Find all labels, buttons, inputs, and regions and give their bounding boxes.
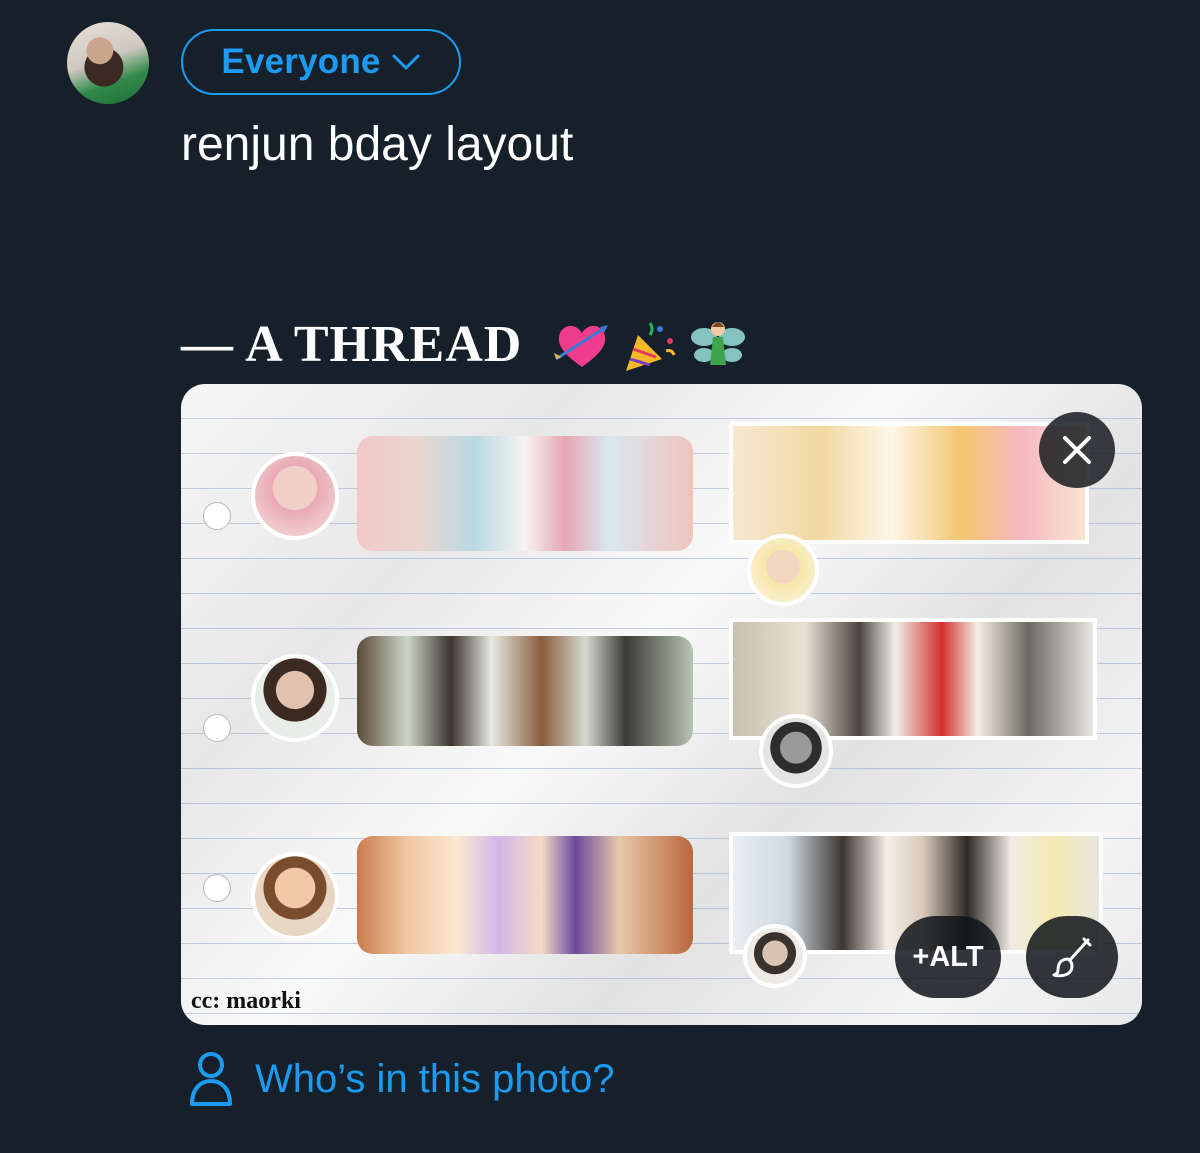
paper-hole <box>203 714 231 742</box>
alt-text-button[interactable]: +ALT <box>895 916 1001 998</box>
profile-icon-preview <box>251 452 339 540</box>
image-watermark: cc: maorki <box>191 988 301 1014</box>
header-preview <box>729 422 1089 544</box>
party-popper-emoji <box>626 322 676 371</box>
heart-with-arrow-emoji <box>554 325 609 367</box>
fairy-emoji <box>691 322 746 365</box>
tag-people-button[interactable]: Who’s in this photo? <box>187 1050 614 1108</box>
profile-icon-preview <box>759 714 833 788</box>
person-icon <box>190 1052 232 1106</box>
header-preview <box>357 836 693 954</box>
brush-icon <box>1052 937 1092 978</box>
remove-media-button[interactable] <box>1039 412 1115 488</box>
tweet-text-line2: — A THREAD <box>181 310 1081 380</box>
profile-icon-preview <box>743 924 807 988</box>
thread-title: — A THREAD <box>181 316 523 373</box>
tag-people-label: Who’s in this photo? <box>255 1056 615 1101</box>
attached-image[interactable]: cc: maorki +ALT <box>181 384 1142 1025</box>
user-avatar[interactable] <box>67 22 149 104</box>
profile-icon-preview <box>251 852 339 940</box>
edit-media-button[interactable] <box>1026 916 1118 998</box>
audience-label: Everyone <box>221 42 381 81</box>
chevron-down-icon <box>392 54 420 70</box>
header-preview <box>357 636 693 746</box>
tweet-text-area[interactable]: renjun bday layout — A THREAD <box>181 110 1081 380</box>
paper-hole <box>203 502 231 530</box>
alt-text-label: +ALT <box>912 940 984 973</box>
profile-icon-preview <box>251 654 339 742</box>
tweet-text-line1: renjun bday layout <box>181 118 574 171</box>
paper-hole <box>203 874 231 902</box>
profile-icon-preview <box>747 534 819 606</box>
header-preview <box>357 436 693 551</box>
close-icon <box>1063 436 1091 464</box>
audience-selector-button[interactable]: Everyone <box>181 29 461 95</box>
